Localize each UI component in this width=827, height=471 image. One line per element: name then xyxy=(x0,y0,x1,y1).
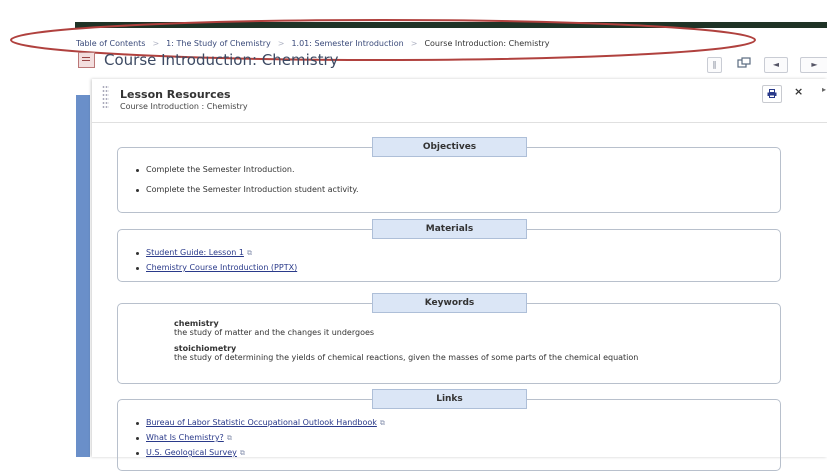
drag-handle-icon[interactable] xyxy=(102,85,109,109)
breadcrumb-current: Course Introduction: Chemistry xyxy=(424,39,550,48)
list-item: Chemistry Course Introduction (PPTX) xyxy=(136,263,297,272)
panel-title: Lesson Resources xyxy=(120,88,231,101)
keyword-definition: the study of determining the yields of c… xyxy=(174,353,639,362)
breadcrumb-separator: > xyxy=(410,39,418,48)
external-link[interactable]: Bureau of Labor Statistic Occupational O… xyxy=(146,418,377,427)
external-link-icon: ⧉ xyxy=(239,449,245,457)
breadcrumb-lesson[interactable]: 1.01: Semester Introduction xyxy=(291,39,403,48)
prev-button[interactable]: ◄ xyxy=(764,57,788,73)
top-bar xyxy=(75,22,827,28)
list-item: What Is Chemistry? ⧉ xyxy=(136,433,385,443)
popout-icon[interactable] xyxy=(736,57,752,71)
external-link-icon: ⧉ xyxy=(379,419,385,427)
next-button[interactable]: ► xyxy=(800,57,827,73)
breadcrumb-separator: > xyxy=(152,39,160,48)
panel-header: Lesson Resources Course Introduction : C… xyxy=(92,79,827,123)
keyword-definition: the study of matter and the changes it u… xyxy=(174,328,375,337)
materials-heading: Materials xyxy=(372,219,527,239)
material-link[interactable]: Chemistry Course Introduction (PPTX) xyxy=(146,263,297,272)
external-link[interactable]: What Is Chemistry? xyxy=(146,433,224,442)
objectives-section: Objectives Complete the Semester Introdu… xyxy=(117,137,781,213)
sidebar-strip xyxy=(76,95,90,457)
breadcrumb-toc[interactable]: Table of Contents xyxy=(76,39,145,48)
close-icon[interactable]: × xyxy=(794,85,803,98)
links-section: Links Bureau of Labor Statistic Occupati… xyxy=(117,389,781,471)
keyword-entry: chemistry the study of matter and the ch… xyxy=(174,319,734,338)
objectives-heading: Objectives xyxy=(372,137,527,157)
material-link[interactable]: Student Guide: Lesson 1 xyxy=(146,248,244,257)
breadcrumb-unit[interactable]: 1: The Study of Chemistry xyxy=(166,39,271,48)
keyword-term: chemistry xyxy=(174,319,219,328)
list-item: Complete the Semester Introduction stude… xyxy=(136,185,359,194)
bookmark-icon[interactable]: ∥ xyxy=(707,57,722,73)
page-title-row: Course Introduction: Chemistry xyxy=(78,51,339,69)
breadcrumb: Table of Contents >1: The Study of Chemis… xyxy=(76,39,550,48)
links-list: Bureau of Labor Statistic Occupational O… xyxy=(136,418,385,463)
lesson-resources-panel: Lesson Resources Course Introduction : C… xyxy=(92,79,827,471)
keywords-heading: Keywords xyxy=(372,293,527,313)
external-link-icon: ⧉ xyxy=(226,434,232,442)
list-item: Complete the Semester Introduction. xyxy=(136,165,359,174)
objectives-list: Complete the Semester Introduction. Comp… xyxy=(136,165,359,205)
keywords-section: Keywords chemistry the study of matter a… xyxy=(117,293,781,384)
panel-subtitle: Course Introduction : Chemistry xyxy=(120,102,248,111)
external-link-icon: ⧉ xyxy=(246,249,252,257)
list-item: Student Guide: Lesson 1 ⧉ xyxy=(136,248,297,258)
print-button[interactable] xyxy=(762,85,782,103)
materials-list: Student Guide: Lesson 1 ⧉ Chemistry Cours… xyxy=(136,248,297,277)
page-icon xyxy=(78,52,95,68)
keyword-term: stoichiometry xyxy=(174,344,237,353)
scroll-indicator: ▸ xyxy=(822,85,827,94)
print-icon xyxy=(767,89,777,98)
breadcrumb-separator: > xyxy=(277,39,285,48)
list-item: Bureau of Labor Statistic Occupational O… xyxy=(136,418,385,428)
links-heading: Links xyxy=(372,389,527,409)
materials-section: Materials Student Guide: Lesson 1 ⧉ Chemi… xyxy=(117,219,781,282)
page-title: Course Introduction: Chemistry xyxy=(104,51,339,69)
external-link[interactable]: U.S. Geological Survey xyxy=(146,448,237,457)
keyword-entry: stoichiometry the study of determining t… xyxy=(174,344,734,363)
